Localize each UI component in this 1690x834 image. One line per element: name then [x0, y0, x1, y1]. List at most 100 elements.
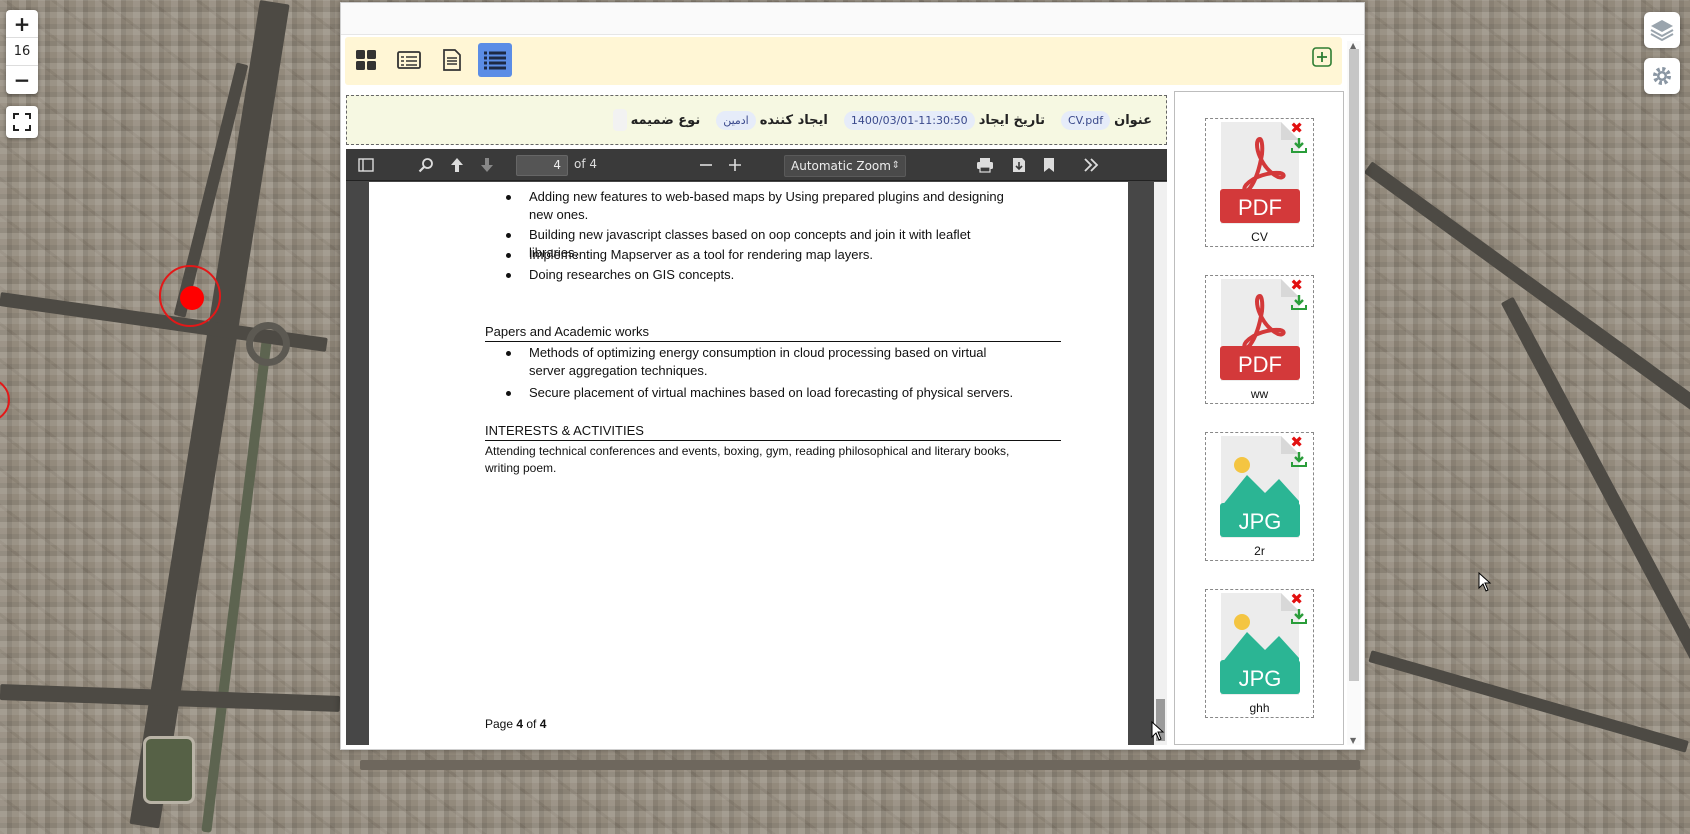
document-icon — [443, 49, 461, 71]
settings-button[interactable] — [1644, 58, 1680, 94]
meta-created-date: تاریخ ایجاد 1400/03/01-11:30:50 — [843, 110, 1045, 130]
arrow-up-icon — [451, 158, 463, 172]
tools-button[interactable] — [1081, 156, 1101, 174]
zoom-out-button[interactable] — [696, 156, 716, 174]
zoom-out-button[interactable]: − — [6, 66, 38, 94]
meta-attachment-type: نوع ضمیمه — [612, 109, 701, 131]
panel-title-bar — [341, 3, 1364, 35]
meta-creator-value: ادمین — [716, 110, 756, 130]
pdf-toolbar: 4 of 4 Automatic Zoom — [346, 149, 1167, 181]
attachment-metadata: عنوان CV.pdf تاریخ ایجاد 1400/03/01-11:3… — [346, 95, 1167, 145]
arrow-down-icon — [481, 158, 493, 172]
fullscreen-icon — [13, 113, 31, 131]
zoom-select[interactable]: Automatic Zoom — [784, 155, 906, 177]
next-page-button[interactable] — [477, 156, 497, 174]
page-footer-prefix: Page — [485, 717, 517, 731]
layers-icon — [1650, 20, 1674, 42]
list-item: Secure placement of virtual machines bas… — [503, 384, 1023, 402]
pdf-scrollbar[interactable] — [1154, 182, 1167, 745]
attachment-name: 2r — [1254, 544, 1265, 558]
download-attachment-icon[interactable] — [1291, 137, 1307, 153]
find-button[interactable] — [416, 156, 436, 174]
previous-page-button[interactable] — [447, 156, 467, 174]
mouse-cursor — [1478, 572, 1492, 592]
attachment-name: ghh — [1249, 701, 1270, 715]
meta-created-date-label: تاریخ ایجاد — [978, 112, 1045, 128]
attachment-name: CV — [1251, 230, 1268, 244]
list-item: Doing researches on GIS concepts. — [503, 266, 1023, 284]
download-attachment-icon[interactable] — [1291, 294, 1307, 310]
map-marker[interactable] — [0, 378, 10, 422]
sidebar-toggle-button[interactable] — [356, 156, 376, 174]
meta-title: عنوان CV.pdf — [1060, 110, 1152, 130]
list-item: Adding new features to web-based maps by… — [503, 188, 1023, 224]
download-attachment-icon[interactable] — [1291, 608, 1307, 624]
zoom-level: 16 — [6, 38, 38, 66]
meta-creator-label: ایجاد کننده — [759, 112, 828, 128]
minus-icon — [700, 164, 712, 166]
mouse-cursor — [1151, 721, 1165, 741]
attachment-card[interactable]: JPG ✖ 2r — [1205, 432, 1314, 561]
bookmark-icon — [1044, 158, 1054, 172]
zoom-in-button[interactable]: + — [6, 10, 38, 38]
layers-button[interactable] — [1644, 12, 1680, 48]
grid-icon — [356, 50, 376, 70]
attachments-list: PDF ✖ CV PDF ✖ ww JPG ✖ 2r JPG ✖ ghh — [1174, 91, 1344, 745]
scroll-down-arrow-icon[interactable]: ▼ — [1350, 736, 1356, 745]
sidebar-toggle-icon — [358, 158, 374, 172]
document-view-button[interactable] — [435, 43, 469, 77]
file-type-label: JPG — [1239, 666, 1282, 691]
attachment-name: ww — [1250, 387, 1269, 401]
grid-view-button[interactable] — [349, 43, 383, 77]
delete-attachment-button[interactable]: ✖ — [1290, 278, 1303, 293]
meta-created-date-value: 1400/03/01-11:30:50 — [843, 110, 975, 130]
zoom-in-button[interactable] — [725, 156, 745, 174]
section-heading: INTERESTS & ACTIVITIES — [485, 423, 1061, 441]
bookmark-button[interactable] — [1039, 156, 1059, 174]
download-attachment-icon[interactable] — [1291, 451, 1307, 467]
attachment-card[interactable]: JPG ✖ ghh — [1205, 589, 1314, 718]
delete-attachment-button[interactable]: ✖ — [1290, 121, 1303, 136]
download-icon — [1013, 158, 1025, 172]
file-type-label: PDF — [1238, 195, 1282, 220]
list-icon — [397, 51, 421, 69]
page-count: of 4 — [574, 157, 598, 171]
list-item: Methods of optimizing energy consumption… — [503, 344, 1023, 380]
meta-attachment-type-value — [612, 109, 627, 131]
pdf-page: Adding new features to web-based maps by… — [369, 182, 1128, 745]
fullscreen-button[interactable] — [6, 106, 38, 138]
page-number-input[interactable]: 4 — [516, 155, 568, 176]
meta-attachment-type-label: نوع ضمیمه — [630, 112, 701, 128]
pdf-page-area[interactable]: Adding new features to web-based maps by… — [346, 182, 1154, 745]
meta-title-label: عنوان — [1114, 112, 1152, 128]
meta-creator: ایجاد کننده ادمین — [716, 110, 828, 130]
attachment-card[interactable]: PDF ✖ CV — [1205, 118, 1314, 247]
print-icon — [977, 158, 993, 173]
plus-square-icon — [1312, 47, 1332, 67]
view-toolbar — [345, 37, 1342, 85]
attachment-card[interactable]: PDF ✖ ww — [1205, 275, 1314, 404]
plus-icon — [729, 159, 741, 171]
page-footer: Page 4 of 4 — [485, 717, 546, 731]
map-marker-selected[interactable] — [159, 265, 221, 327]
section-heading: Papers and Academic works — [485, 324, 1061, 342]
page-footer-total: 4 — [539, 717, 547, 731]
search-icon — [418, 158, 433, 173]
list-view-button[interactable] — [392, 43, 426, 77]
print-button[interactable] — [975, 156, 995, 174]
panel-scrollbar-thumb[interactable] — [1349, 49, 1359, 681]
attachments-panel: عنوان CV.pdf تاریخ ایجاد 1400/03/01-11:3… — [340, 2, 1365, 750]
download-button[interactable] — [1009, 156, 1029, 174]
add-attachment-button[interactable] — [1310, 45, 1334, 69]
panel-scrollbar[interactable]: ▲ ▼ — [1347, 41, 1361, 745]
file-type-label: PDF — [1238, 352, 1282, 377]
details-view-button[interactable] — [478, 43, 512, 77]
delete-attachment-button[interactable]: ✖ — [1290, 592, 1303, 607]
page-footer-middle: of — [523, 717, 540, 731]
pdf-viewer: 4 of 4 Automatic Zoom Ad — [346, 149, 1167, 745]
file-type-label: JPG — [1239, 509, 1282, 534]
delete-attachment-button[interactable]: ✖ — [1290, 435, 1303, 450]
list-item: Implementing Mapserver as a tool for ren… — [503, 246, 1023, 264]
gear-icon — [1653, 67, 1671, 85]
zoom-control: + 16 − — [6, 10, 38, 94]
